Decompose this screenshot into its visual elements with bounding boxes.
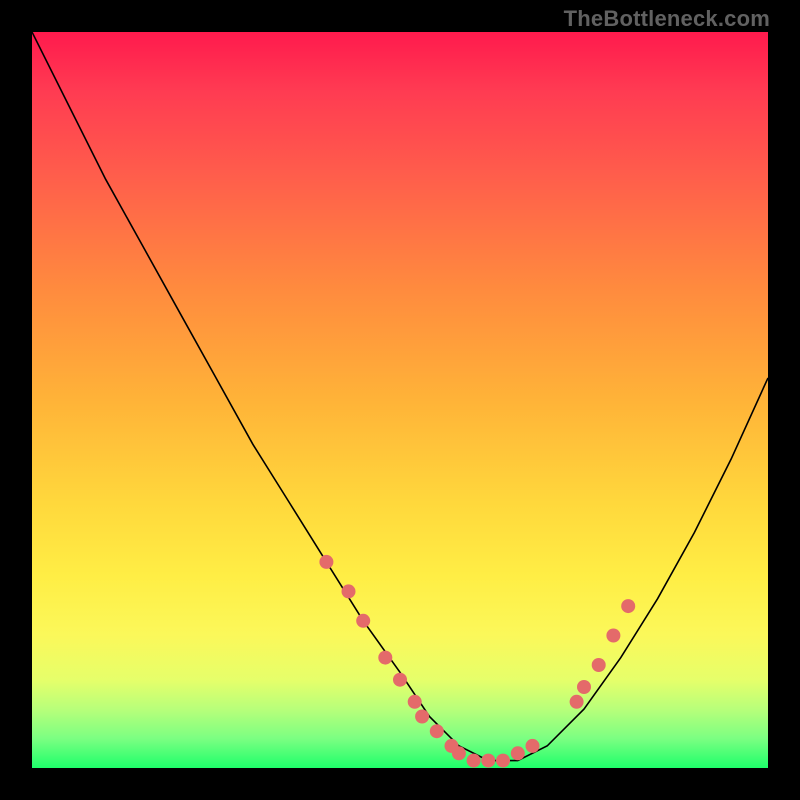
chart-stage: TheBottleneck.com: [0, 0, 800, 800]
scatter-point: [342, 584, 356, 598]
scatter-point: [319, 555, 333, 569]
scatter-point: [526, 739, 540, 753]
scatter-point: [592, 658, 606, 672]
scatter-point: [570, 695, 584, 709]
plot-area: [32, 32, 768, 768]
watermark-text: TheBottleneck.com: [564, 6, 770, 32]
scatter-point: [393, 673, 407, 687]
scatter-point: [481, 754, 495, 768]
scatter-point: [430, 724, 444, 738]
scatter-point: [408, 695, 422, 709]
chart-svg: [32, 32, 768, 768]
scatter-point: [621, 599, 635, 613]
scatter-point: [452, 746, 466, 760]
scatter-point: [467, 754, 481, 768]
scatter-point: [577, 680, 591, 694]
scatter-point: [378, 651, 392, 665]
scatter-point: [606, 629, 620, 643]
scatter-point: [511, 746, 525, 760]
scatter-highlight: [319, 555, 635, 768]
scatter-point: [356, 614, 370, 628]
bottleneck-curve: [32, 32, 768, 761]
scatter-point: [496, 754, 510, 768]
scatter-point: [415, 710, 429, 724]
